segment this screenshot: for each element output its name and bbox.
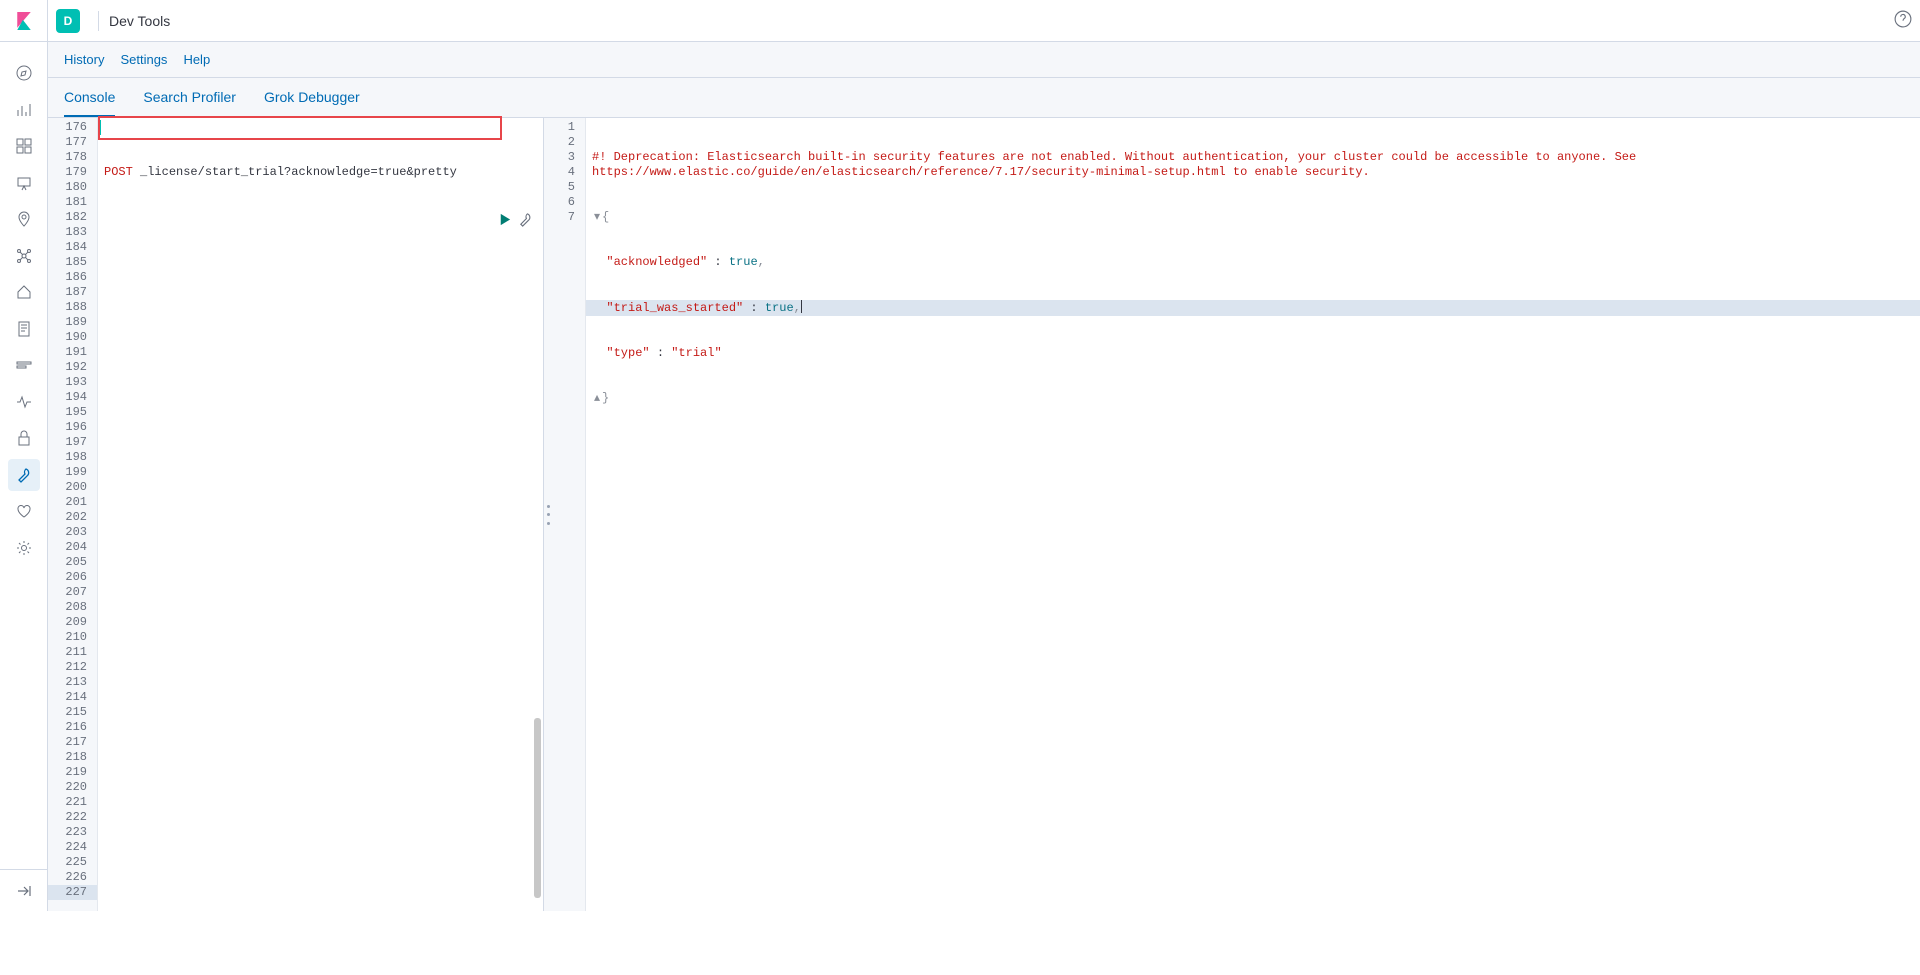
help-link[interactable]: Help bbox=[183, 52, 210, 67]
request-scrollbar-thumb[interactable] bbox=[534, 718, 541, 898]
pane-splitter[interactable] bbox=[544, 118, 552, 911]
request-code[interactable]: POST _license/start_trial?acknowledge=tr… bbox=[98, 118, 543, 911]
nav-item-ml[interactable] bbox=[8, 247, 40, 265]
nav-item-apm[interactable] bbox=[8, 356, 40, 374]
side-navigation bbox=[0, 0, 48, 911]
tab-grok-debugger[interactable]: Grok Debugger bbox=[264, 78, 360, 117]
request-gutter: 176 177 178 179 180 181 182 183 184 185 … bbox=[48, 118, 98, 911]
request-pane: 176 177 178 179 180 181 182 183 184 185 … bbox=[48, 118, 544, 911]
wrench-small-icon bbox=[518, 212, 533, 227]
nav-group-apps bbox=[8, 42, 40, 557]
main-area: D Dev Tools History Settings Help Consol… bbox=[48, 0, 1920, 911]
nav-item-canvas[interactable] bbox=[8, 174, 40, 192]
settings-link[interactable]: Settings bbox=[120, 52, 167, 67]
heart-icon bbox=[16, 503, 32, 519]
header-divider bbox=[98, 11, 99, 31]
nav-item-management[interactable] bbox=[8, 539, 40, 557]
tab-search-profiler[interactable]: Search Profiler bbox=[143, 78, 236, 117]
help-icon bbox=[1894, 10, 1912, 28]
history-link[interactable]: History bbox=[64, 52, 104, 67]
response-gutter: 1 2 3 4 5 6 7 bbox=[552, 118, 586, 911]
breadcrumb: Dev Tools bbox=[109, 13, 170, 29]
request-path: _license/start_trial?acknowledge=true&pr… bbox=[133, 165, 457, 179]
play-icon bbox=[497, 212, 512, 227]
console-topbar: History Settings Help bbox=[48, 42, 1920, 78]
splitter-grip-icon bbox=[547, 505, 550, 525]
deprecation-warning: #! Deprecation: Elasticsearch built-in s… bbox=[592, 150, 1914, 180]
collapse-icon bbox=[16, 883, 32, 899]
nav-item-logs[interactable] bbox=[8, 320, 40, 338]
help-menu-button[interactable] bbox=[1894, 10, 1912, 31]
pin-icon bbox=[16, 211, 32, 227]
nav-item-maps[interactable] bbox=[8, 210, 40, 228]
request-method: POST bbox=[104, 165, 133, 179]
kibana-logo[interactable] bbox=[0, 0, 48, 42]
bar-chart-icon bbox=[16, 102, 32, 118]
compass-icon bbox=[16, 65, 32, 81]
nav-item-uptime[interactable] bbox=[8, 393, 40, 411]
dashboard-icon bbox=[16, 138, 32, 154]
tab-console[interactable]: Console bbox=[64, 78, 115, 117]
response-pane: 1 2 3 4 5 6 7 #! Deprecation: Elasticsea… bbox=[552, 118, 1920, 911]
ml-icon bbox=[16, 248, 32, 264]
nav-item-monitoring[interactable] bbox=[8, 502, 40, 520]
apm-icon bbox=[16, 357, 32, 373]
nav-item-dashboard[interactable] bbox=[8, 137, 40, 155]
nav-item-dev-tools[interactable] bbox=[8, 459, 40, 491]
send-request-button[interactable] bbox=[497, 212, 512, 230]
header-bar: D Dev Tools bbox=[48, 0, 1920, 42]
kibana-logo-icon bbox=[15, 12, 33, 30]
nav-item-visualize[interactable] bbox=[8, 101, 40, 119]
nav-item-infrastructure[interactable] bbox=[8, 283, 40, 301]
request-actions bbox=[497, 212, 533, 230]
canvas-icon bbox=[16, 175, 32, 191]
wrench-icon bbox=[16, 467, 32, 483]
nav-item-security[interactable] bbox=[8, 429, 40, 447]
nav-item-discover[interactable] bbox=[8, 64, 40, 82]
request-options-button[interactable] bbox=[518, 212, 533, 230]
request-marker bbox=[98, 120, 101, 135]
lock-icon bbox=[16, 430, 32, 446]
collapse-sidebar-button[interactable] bbox=[0, 869, 48, 911]
console-editor: 176 177 178 179 180 181 182 183 184 185 … bbox=[48, 118, 1920, 911]
logs-icon bbox=[16, 321, 32, 337]
devtools-tabs: Console Search Profiler Grok Debugger bbox=[48, 78, 1920, 118]
heartbeat-icon bbox=[16, 394, 32, 410]
space-selector[interactable]: D bbox=[56, 9, 80, 33]
home-icon bbox=[16, 284, 32, 300]
response-code[interactable]: #! Deprecation: Elasticsearch built-in s… bbox=[586, 118, 1920, 911]
gear-icon bbox=[16, 540, 32, 556]
